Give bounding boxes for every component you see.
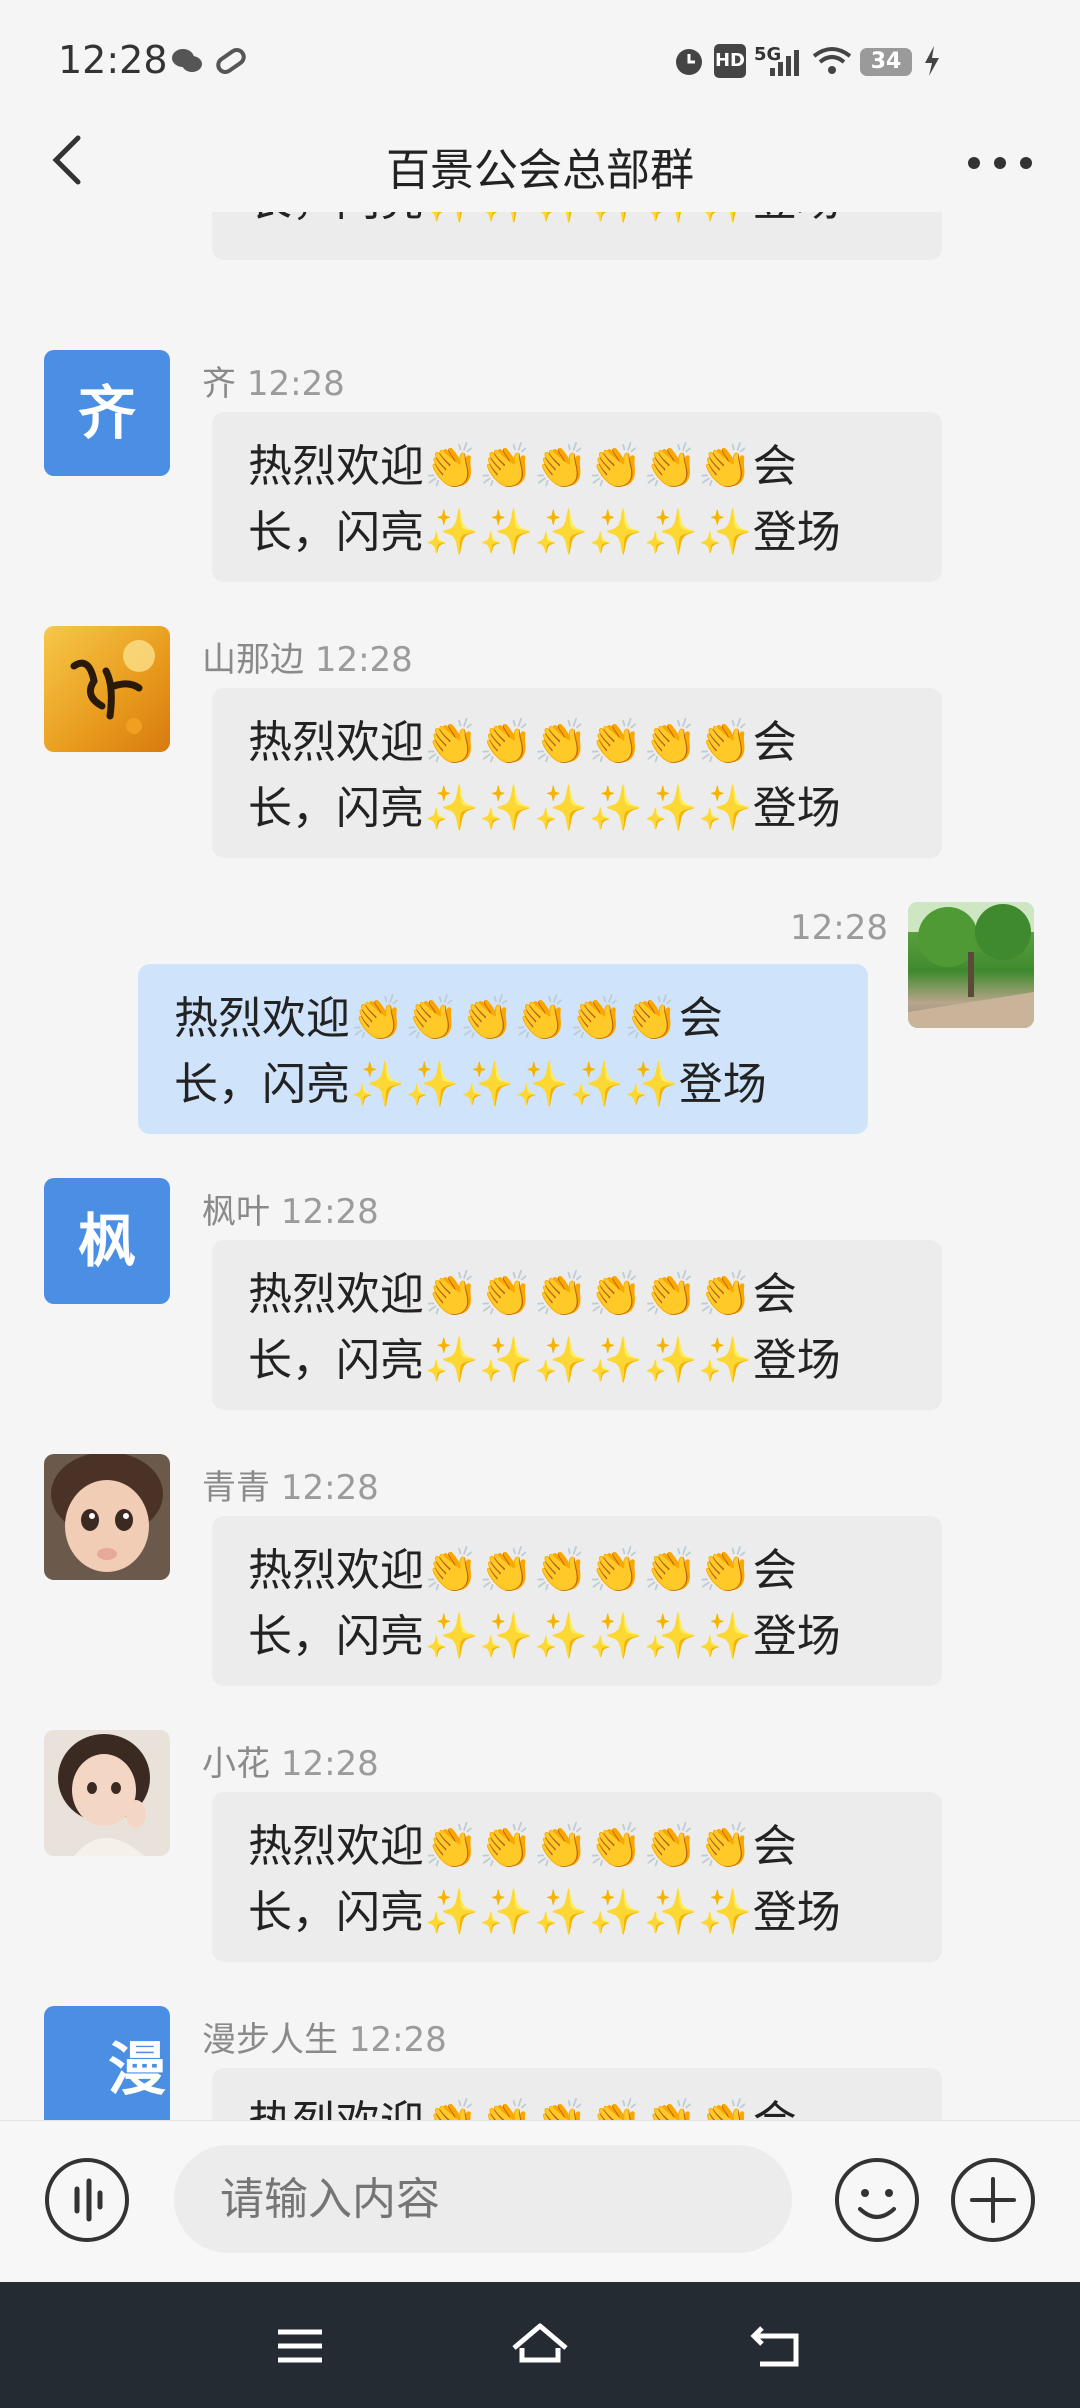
child-portrait-avatar-image	[51, 1454, 163, 1572]
avatar[interactable]: 齐	[44, 350, 170, 476]
system-nav-bar	[0, 2282, 1080, 2408]
message-bubble[interactable]: 热烈欢迎👏👏👏👏👏👏会 长，闪亮✨✨✨✨✨✨登场	[212, 1516, 942, 1686]
message-meta: 山那边 12:28	[202, 632, 413, 681]
message-line: 热烈欢迎👏👏👏👏👏👏会	[248, 1821, 797, 1872]
message-time: 12:28	[280, 1468, 379, 1508]
sender-name: 齐	[202, 364, 236, 404]
message-line: 长，闪亮✨✨✨✨✨✨登场	[248, 1611, 841, 1662]
voice-icon[interactable]	[44, 2157, 130, 2243]
message-time: 12:28	[314, 640, 413, 680]
message-time: 12:28	[790, 908, 888, 948]
avatar[interactable]: 枫	[44, 1178, 170, 1304]
charging-icon	[925, 46, 939, 76]
message-line: 长，闪亮✨✨✨✨✨✨登场	[248, 212, 906, 234]
sender-name: 青青	[202, 1468, 270, 1508]
message-time: 12:28	[280, 1744, 379, 1784]
message-line: 热烈欢迎👏👏👏👏👏👏会	[248, 717, 797, 768]
link-icon	[216, 47, 246, 75]
message-bubble[interactable]: 热烈欢迎👏👏👏👏👏👏会 长，闪亮✨✨✨✨✨✨登场	[138, 964, 868, 1134]
status-bar: 12:28 HD 5G 34	[0, 0, 1080, 120]
avatar[interactable]	[44, 626, 170, 752]
girl-portrait-avatar-image	[58, 1734, 150, 1856]
message-bubble[interactable]: 热烈欢迎👏👏👏👏👏👏会 长，闪亮✨✨✨✨✨✨登场	[212, 412, 942, 582]
battery-icon: 34	[860, 48, 912, 76]
plus-icon[interactable]	[950, 2157, 1036, 2243]
avatar[interactable]	[908, 902, 1034, 1028]
back-icon[interactable]	[748, 2314, 812, 2378]
message-time: 12:28	[280, 1192, 379, 1232]
message-time: 12:28	[246, 364, 345, 404]
avatar[interactable]	[44, 1730, 170, 1856]
message-line: 长，闪亮✨✨✨✨✨✨登场	[248, 783, 841, 834]
status-time: 12:28	[58, 38, 168, 82]
wifi-icon	[812, 47, 852, 74]
avatar[interactable]	[44, 1454, 170, 1580]
message-input[interactable]	[174, 2145, 792, 2253]
home-icon[interactable]	[508, 2314, 572, 2378]
message-meta: 青青 12:28	[202, 1460, 379, 1509]
message-line: 长，闪亮✨✨✨✨✨✨登场	[248, 507, 841, 558]
message-bubble[interactable]: 热烈欢迎👏👏👏👏👏👏会	[212, 2068, 942, 2120]
calligraphy-avatar-image	[70, 640, 155, 734]
message-line: 长，闪亮✨✨✨✨✨✨登场	[248, 1335, 841, 1386]
message-bubble[interactable]: 热烈欢迎👏👏👏👏👏👏会 长，闪亮✨✨✨✨✨✨登场	[212, 1792, 942, 1962]
message-meta: 12:28	[790, 908, 888, 948]
message-line: 热烈欢迎👏👏👏👏👏👏会	[174, 993, 723, 1044]
message-line: 热烈欢迎👏👏👏👏👏👏会	[248, 441, 797, 492]
page-title: 百景公会总部群	[386, 145, 694, 196]
message-meta: 小花 12:28	[202, 1736, 379, 1785]
message-time: 12:28	[348, 2020, 447, 2060]
wechat-icon	[172, 49, 202, 72]
message-line: 热烈欢迎👏👏👏👏👏👏会	[248, 1269, 797, 1320]
alarm-icon	[676, 49, 702, 75]
sender-name: 漫步人生	[202, 2020, 338, 2060]
sender-name: 枫叶	[202, 1192, 270, 1232]
hd-icon: HD	[714, 44, 746, 78]
chat-header: 百景公会总部群	[0, 120, 1080, 212]
message-line: 长，闪亮✨✨✨✨✨✨登场	[174, 1059, 767, 1110]
message-line: 热烈欢迎👏👏👏👏👏👏会	[248, 2090, 906, 2120]
message-meta: 枫叶 12:28	[202, 1184, 379, 1233]
message-bubble[interactable]: 长，闪亮✨✨✨✨✨✨登场	[212, 212, 942, 260]
menu-icon[interactable]	[268, 2314, 332, 2378]
message-bubble[interactable]: 热烈欢迎👏👏👏👏👏👏会 长，闪亮✨✨✨✨✨✨登场	[212, 688, 942, 858]
message-line: 长，闪亮✨✨✨✨✨✨登场	[248, 1887, 841, 1938]
message-bubble[interactable]: 热烈欢迎👏👏👏👏👏👏会 长，闪亮✨✨✨✨✨✨登场	[212, 1240, 942, 1410]
message-meta: 漫步人生 12:28	[202, 2012, 447, 2061]
message-list[interactable]: 长，闪亮✨✨✨✨✨✨登场 齐 齐 12:28 热烈欢迎👏👏👏👏👏👏会 长，闪亮✨…	[0, 212, 1080, 2120]
avatar[interactable]: 漫	[44, 2006, 170, 2120]
message-meta: 齐 12:28	[202, 356, 345, 405]
sender-name: 山那边	[202, 640, 304, 680]
more-dots-icon[interactable]	[960, 138, 1040, 188]
emoji-icon[interactable]	[834, 2157, 920, 2243]
signal-icon	[770, 50, 799, 76]
message-line: 热烈欢迎👏👏👏👏👏👏会	[248, 1545, 797, 1596]
input-bar	[0, 2120, 1080, 2281]
sender-name: 小花	[202, 1744, 270, 1784]
park-avatar-image	[908, 902, 1034, 1028]
